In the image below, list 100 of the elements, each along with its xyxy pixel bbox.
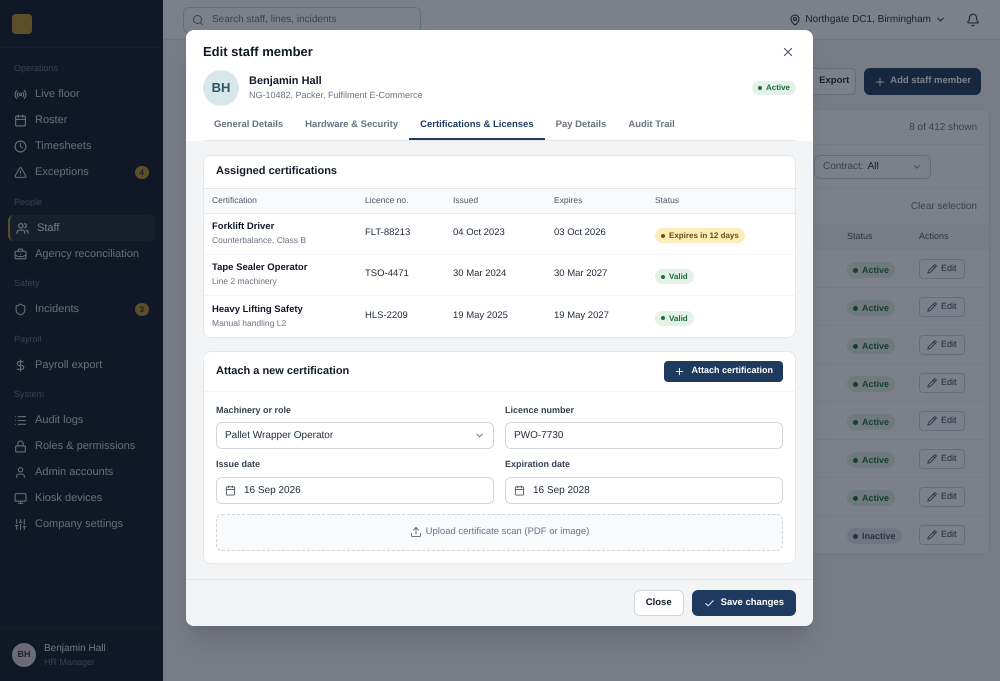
- shield-icon: [14, 303, 27, 316]
- edit-button[interactable]: Edit: [919, 448, 965, 468]
- card-title: Assigned certifications: [216, 164, 338, 180]
- count-badge: 3: [134, 303, 149, 316]
- status-pill: Valid: [655, 269, 694, 284]
- column-header: Actions: [919, 230, 950, 244]
- nav-item[interactable]: Staff: [8, 215, 155, 241]
- edit-button[interactable]: Edit: [919, 334, 965, 354]
- tab[interactable]: Audit Trail: [617, 114, 686, 140]
- status-pill: Active: [847, 300, 896, 316]
- edit-button[interactable]: Edit: [919, 372, 965, 392]
- nav-item[interactable]: Kiosk devices: [8, 486, 155, 512]
- nav-item[interactable]: Audit logs: [8, 408, 155, 434]
- sliders-icon: [14, 518, 27, 531]
- input-field[interactable]: PWO-7730: [505, 422, 783, 449]
- status-pill: Active: [847, 338, 896, 354]
- location-selector[interactable]: Northgate DC1, Birmingham: [789, 12, 946, 27]
- column-header: Licence no.: [365, 194, 410, 207]
- clock-icon: [14, 140, 27, 153]
- search-icon: [192, 14, 204, 26]
- close-button[interactable]: Close: [634, 590, 684, 616]
- count-badge: 4: [134, 166, 149, 179]
- pencil-icon: [927, 264, 937, 274]
- pencil-icon: [927, 416, 937, 426]
- clear-selection-link[interactable]: Clear selection: [910, 199, 977, 214]
- edit-button[interactable]: Edit: [919, 296, 965, 316]
- nav-label: Staff: [37, 220, 60, 236]
- plus-icon: [874, 76, 886, 88]
- notification-icon[interactable]: [966, 12, 980, 26]
- column-header: Status: [655, 194, 680, 207]
- broadcast-icon: [14, 88, 27, 101]
- upload-dropzone[interactable]: Upload certificate scan (PDF or image): [216, 514, 783, 550]
- tab[interactable]: General Details: [203, 114, 294, 140]
- add-button[interactable]: Add staff member: [864, 68, 981, 95]
- field-label: Expiration date: [505, 458, 572, 471]
- field-label: Issue date: [216, 458, 262, 471]
- tab[interactable]: Hardware & Security: [294, 114, 410, 140]
- edit-button[interactable]: Edit: [919, 410, 965, 430]
- date-field[interactable]: 16 Sep 2026: [216, 476, 494, 504]
- select-field[interactable]: Pallet Wrapper Operator: [216, 422, 494, 449]
- certification-name: Heavy Lifting Safety: [212, 302, 304, 316]
- nav-label: Admin accounts: [35, 465, 114, 480]
- status-pill: Active: [847, 414, 896, 430]
- status-pill: Active: [847, 262, 896, 278]
- nav-item[interactable]: Payroll export: [8, 352, 155, 378]
- certification-note: Manual handling L2: [212, 316, 288, 330]
- user-name: Benjamin Hall: [44, 642, 106, 656]
- nav-item[interactable]: Company settings: [8, 512, 155, 538]
- column-header: Expires: [554, 194, 584, 207]
- certification-note: Line 2 machinery: [212, 275, 278, 288]
- lock-icon: [14, 440, 27, 453]
- nav-item[interactable]: Roles & permissions: [8, 434, 155, 460]
- plus-icon: [674, 366, 686, 376]
- column-header: Status: [847, 230, 874, 244]
- contract-filter[interactable]: Contract: All: [814, 154, 931, 178]
- nav-label: Timesheets: [35, 139, 92, 154]
- people-icon: [16, 222, 29, 234]
- table-cell-text: 03 Oct 2026: [554, 226, 607, 240]
- field-label: Machinery or role: [216, 404, 292, 417]
- warning-icon: [14, 166, 27, 179]
- certification-name: Tape Sealer Operator: [212, 261, 308, 275]
- column-header: Issued: [453, 194, 480, 207]
- monitor-icon: [14, 492, 27, 505]
- dollar-icon: [14, 358, 27, 372]
- avatar: BH: [12, 642, 36, 667]
- nav-label: Roster: [35, 113, 68, 128]
- staff-details: NG-10482, Packer, Fulfilment E-Commerce: [249, 89, 424, 102]
- edit-button[interactable]: Edit: [919, 258, 965, 278]
- pencil-icon: [927, 302, 937, 312]
- date-field[interactable]: 16 Sep 2028: [505, 476, 783, 504]
- attach-button[interactable]: Attach certification: [664, 360, 783, 382]
- upload-icon: [410, 526, 422, 538]
- pencil-icon: [927, 378, 937, 388]
- tab[interactable]: Pay Details: [544, 114, 618, 140]
- nav-label: Roles & permissions: [35, 439, 136, 454]
- table-cell-text: 30 Mar 2027: [554, 267, 608, 282]
- staff-name: Benjamin Hall: [249, 74, 323, 88]
- avatar: BH: [203, 70, 239, 106]
- nav-item[interactable]: Admin accounts: [8, 460, 155, 486]
- list-icon: [14, 414, 27, 427]
- nav-item[interactable]: Roster: [8, 108, 155, 134]
- status-pill: Expires in 12 days: [655, 228, 745, 243]
- nav-label: Agency reconciliation: [35, 246, 140, 262]
- table-cell-text: 19 May 2025: [453, 308, 509, 323]
- calendar-icon: [14, 114, 27, 127]
- search-placeholder: Search staff, lines, incidents: [212, 13, 336, 27]
- map-pin-icon: [789, 14, 802, 26]
- edit-button[interactable]: Edit: [919, 524, 965, 544]
- dialog-title: Edit staff member: [203, 43, 313, 61]
- nav-item[interactable]: Incidents 3: [8, 296, 155, 322]
- nav-item[interactable]: Timesheets: [8, 134, 155, 160]
- edit-button[interactable]: Edit: [919, 486, 965, 506]
- save-button[interactable]: Save changes: [692, 590, 796, 616]
- status-pill: Inactive: [847, 528, 902, 544]
- nav-item[interactable]: Exceptions 4: [8, 160, 155, 186]
- table-cell-text: 30 Mar 2024: [453, 267, 508, 282]
- pencil-icon: [927, 454, 937, 464]
- table-cell-text: TSO-4471: [365, 267, 410, 282]
- nav-item[interactable]: Agency reconciliation: [8, 241, 155, 267]
- nav-item[interactable]: Live floor: [8, 82, 155, 108]
